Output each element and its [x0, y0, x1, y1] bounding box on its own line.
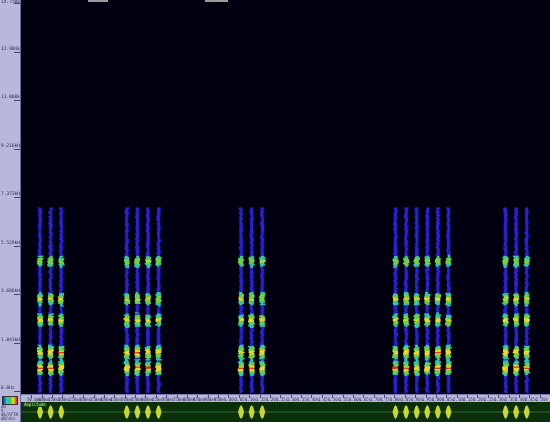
pulse-mark: [123, 207, 131, 393]
pulse-mark: [144, 207, 152, 393]
pulse-mark: [47, 207, 54, 393]
corner-panel: dB V. db/ATTN dB/div: [0, 394, 21, 422]
freq-tick: [14, 100, 20, 101]
pulse-mark: [392, 207, 399, 393]
amplitude-burst: [248, 405, 255, 419]
pulse-mark: [402, 207, 410, 393]
scroll-marker-right[interactable]: [205, 0, 228, 2]
freq-tick: [14, 391, 20, 392]
pulse-mark: [134, 207, 141, 393]
freq-label: 5.529kHz: [1, 241, 23, 246]
pulse-mark: [445, 207, 452, 393]
freq-tick: [14, 246, 20, 247]
pulse-mark: [512, 207, 520, 393]
freq-label: 12.904k: [1, 47, 20, 52]
pulse-mark: [155, 207, 162, 393]
freq-label: 3.686kHz: [1, 289, 23, 294]
amplitude-burst: [413, 405, 420, 419]
pulse-mark: [57, 207, 65, 393]
amplitude-burst: [123, 405, 130, 419]
amplitude-burst: [523, 405, 530, 419]
pulse-mark: [248, 207, 256, 393]
pulse-mark: [434, 207, 442, 393]
pulse-mark: [413, 207, 421, 393]
freq-label: 1.843kHz: [1, 338, 23, 343]
audio-analyzer-window: 14.750k 12.904k 11.060k 9.216kHz 7.373kHz 5.5…: [0, 0, 550, 422]
amplitude-burst: [502, 405, 509, 419]
pulse-mark: [237, 207, 245, 393]
amplitude-burst: [58, 405, 65, 419]
freq-label: 11.060k: [1, 95, 20, 100]
corner-label: dB/div: [1, 416, 16, 421]
scroll-marker-left[interactable]: [88, 0, 108, 2]
amplitude-panel[interactable]: Amplitude: [21, 402, 550, 422]
freq-tick: [14, 149, 20, 150]
amplitude-burst: [445, 405, 452, 419]
amplitude-burst: [155, 405, 162, 419]
amplitude-waveform: [21, 405, 550, 419]
amplitude-burst: [144, 405, 151, 419]
freq-tick: [14, 294, 20, 295]
amplitude-burst: [392, 405, 399, 419]
amplitude-label: Amplitude: [23, 402, 47, 407]
freq-tick: [14, 52, 20, 53]
freq-label: 14.750k: [1, 0, 20, 5]
spectrogram-view[interactable]: [21, 0, 550, 394]
pulse-mark: [36, 207, 44, 393]
pulse-mark: [502, 207, 509, 393]
amplitude-burst: [134, 405, 141, 419]
amplitude-burst: [403, 405, 410, 419]
freq-label: 9.216kHz: [1, 144, 23, 149]
freq-label: 0.0Hz: [1, 386, 15, 391]
frequency-ruler: 14.750k 12.904k 11.060k 9.216kHz 7.373kHz 5.5…: [0, 0, 23, 394]
freq-tick: [14, 343, 20, 344]
pulse-mark: [258, 207, 266, 393]
freq-label: 7.373kHz: [1, 192, 23, 197]
freq-tick: [14, 197, 20, 198]
amplitude-burst: [37, 405, 44, 419]
spectrogram-canvas: [36, 207, 531, 393]
amplitude-burst: [434, 405, 441, 419]
pulse-mark: [523, 207, 531, 393]
pulse-mark: [423, 207, 431, 393]
amplitude-burst: [513, 405, 520, 419]
amplitude-burst: [424, 405, 431, 419]
amplitude-burst: [259, 405, 266, 419]
amplitude-burst: [47, 405, 54, 419]
amplitude-burst: [238, 405, 245, 419]
